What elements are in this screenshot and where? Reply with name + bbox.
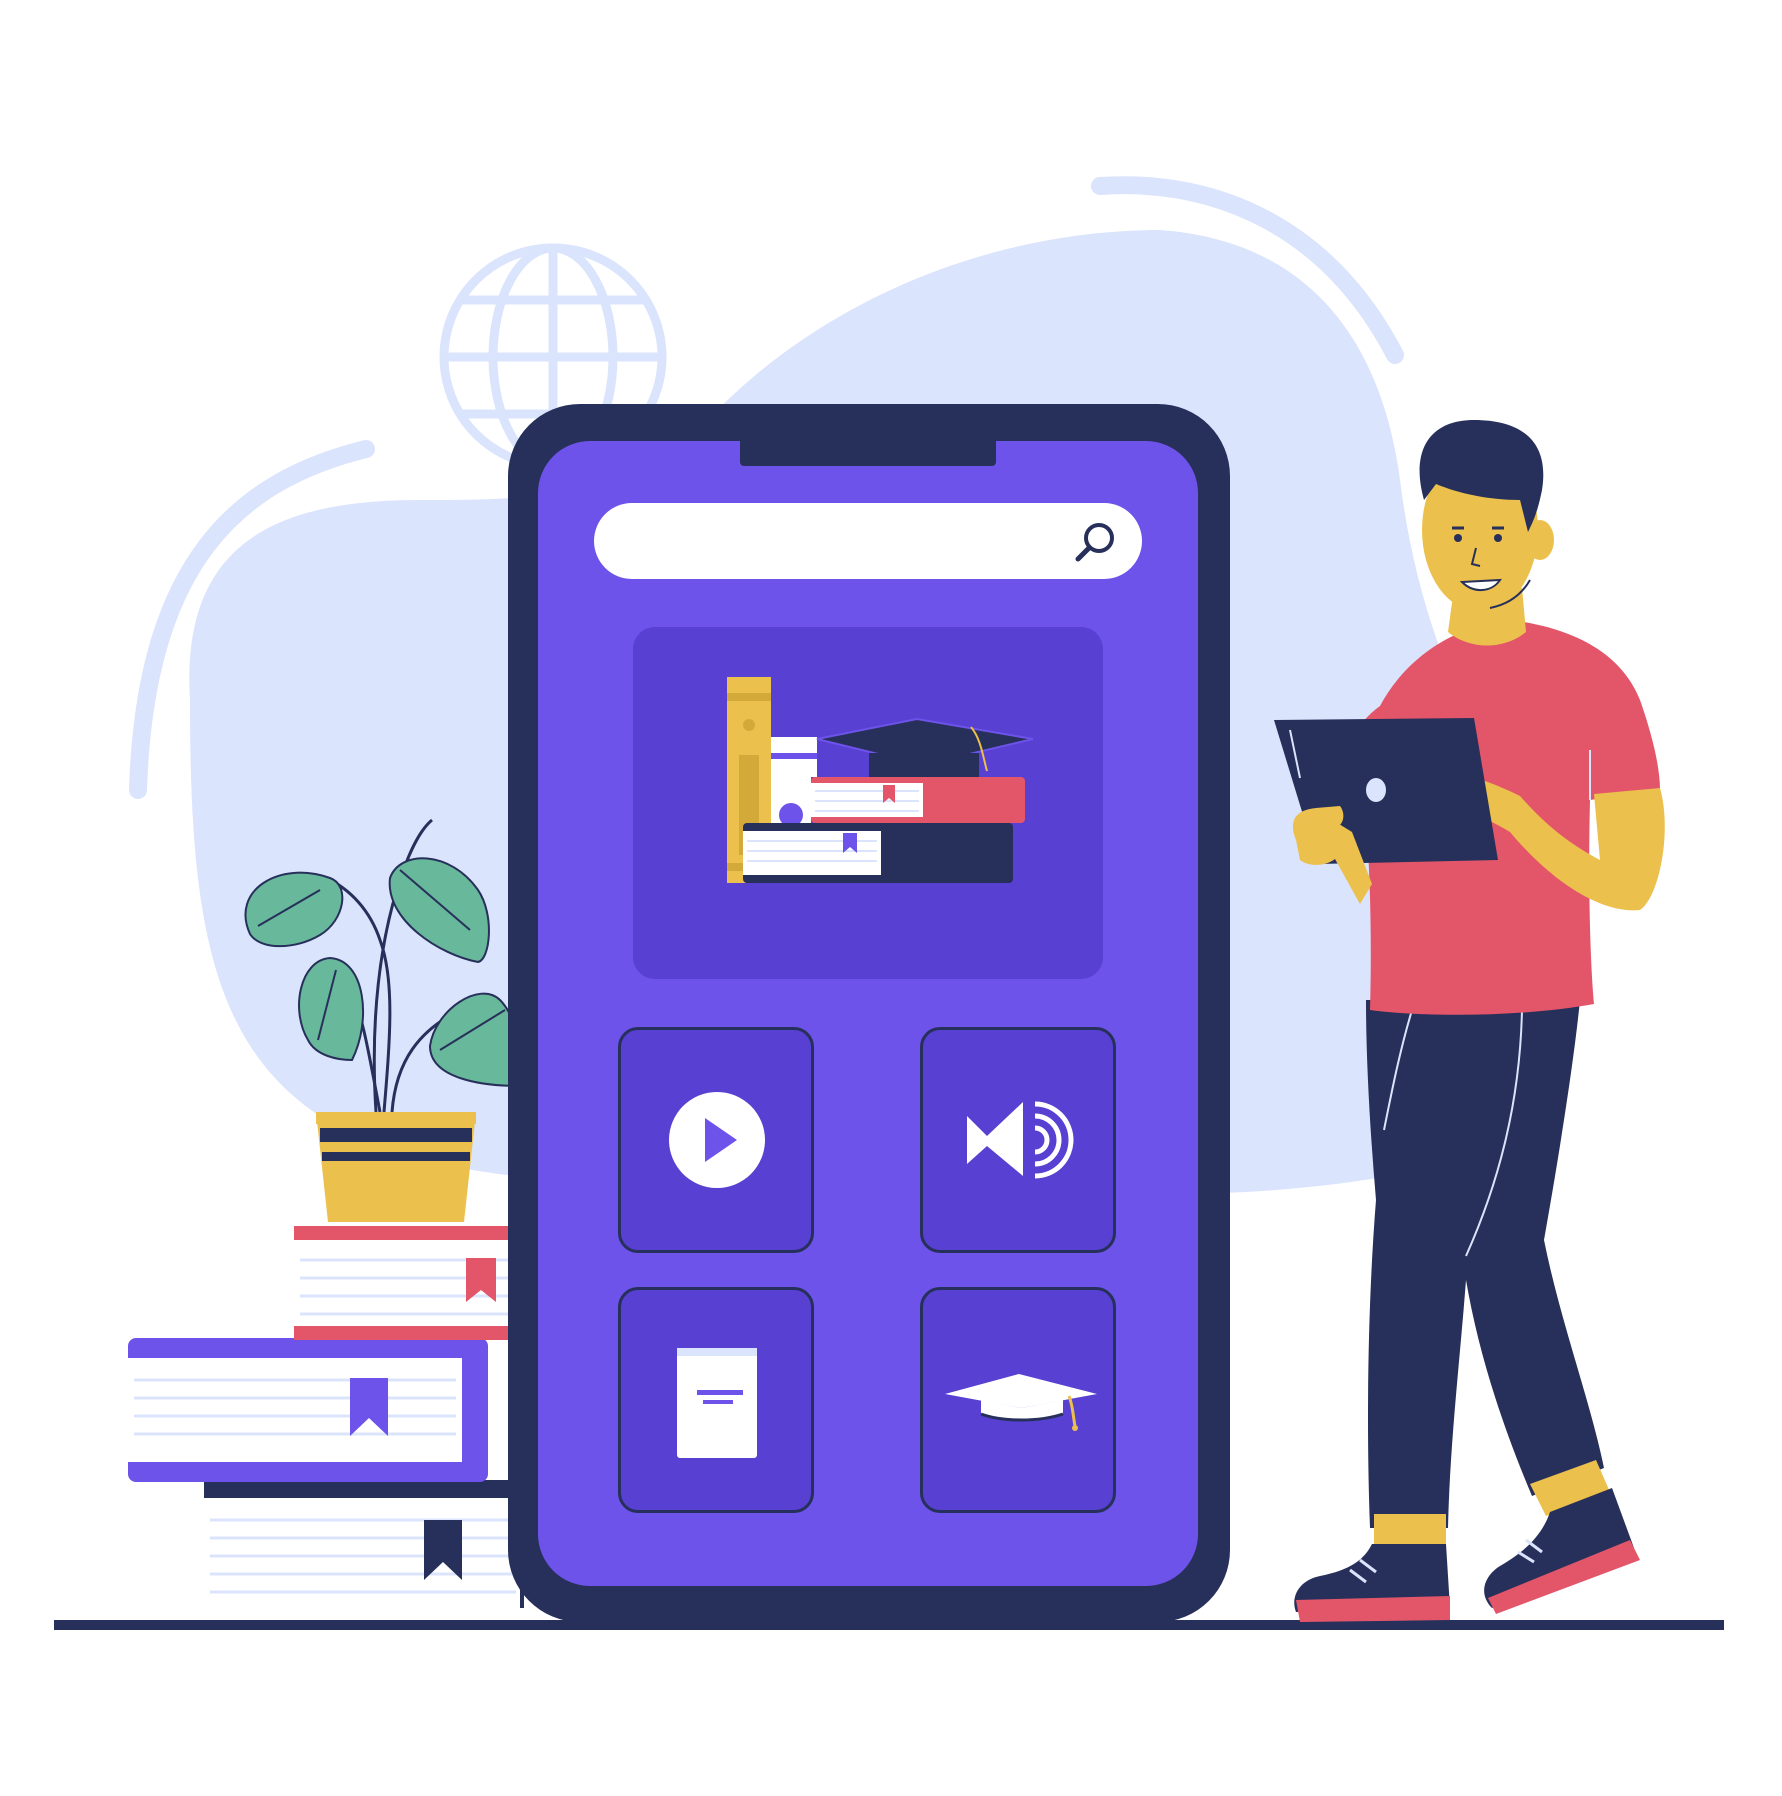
- pants: [1366, 1000, 1604, 1528]
- e-learning-illustration: [0, 0, 1782, 1796]
- head: [1419, 420, 1554, 612]
- person-with-tablet: [1274, 420, 1665, 1622]
- shoes: [1294, 1488, 1640, 1622]
